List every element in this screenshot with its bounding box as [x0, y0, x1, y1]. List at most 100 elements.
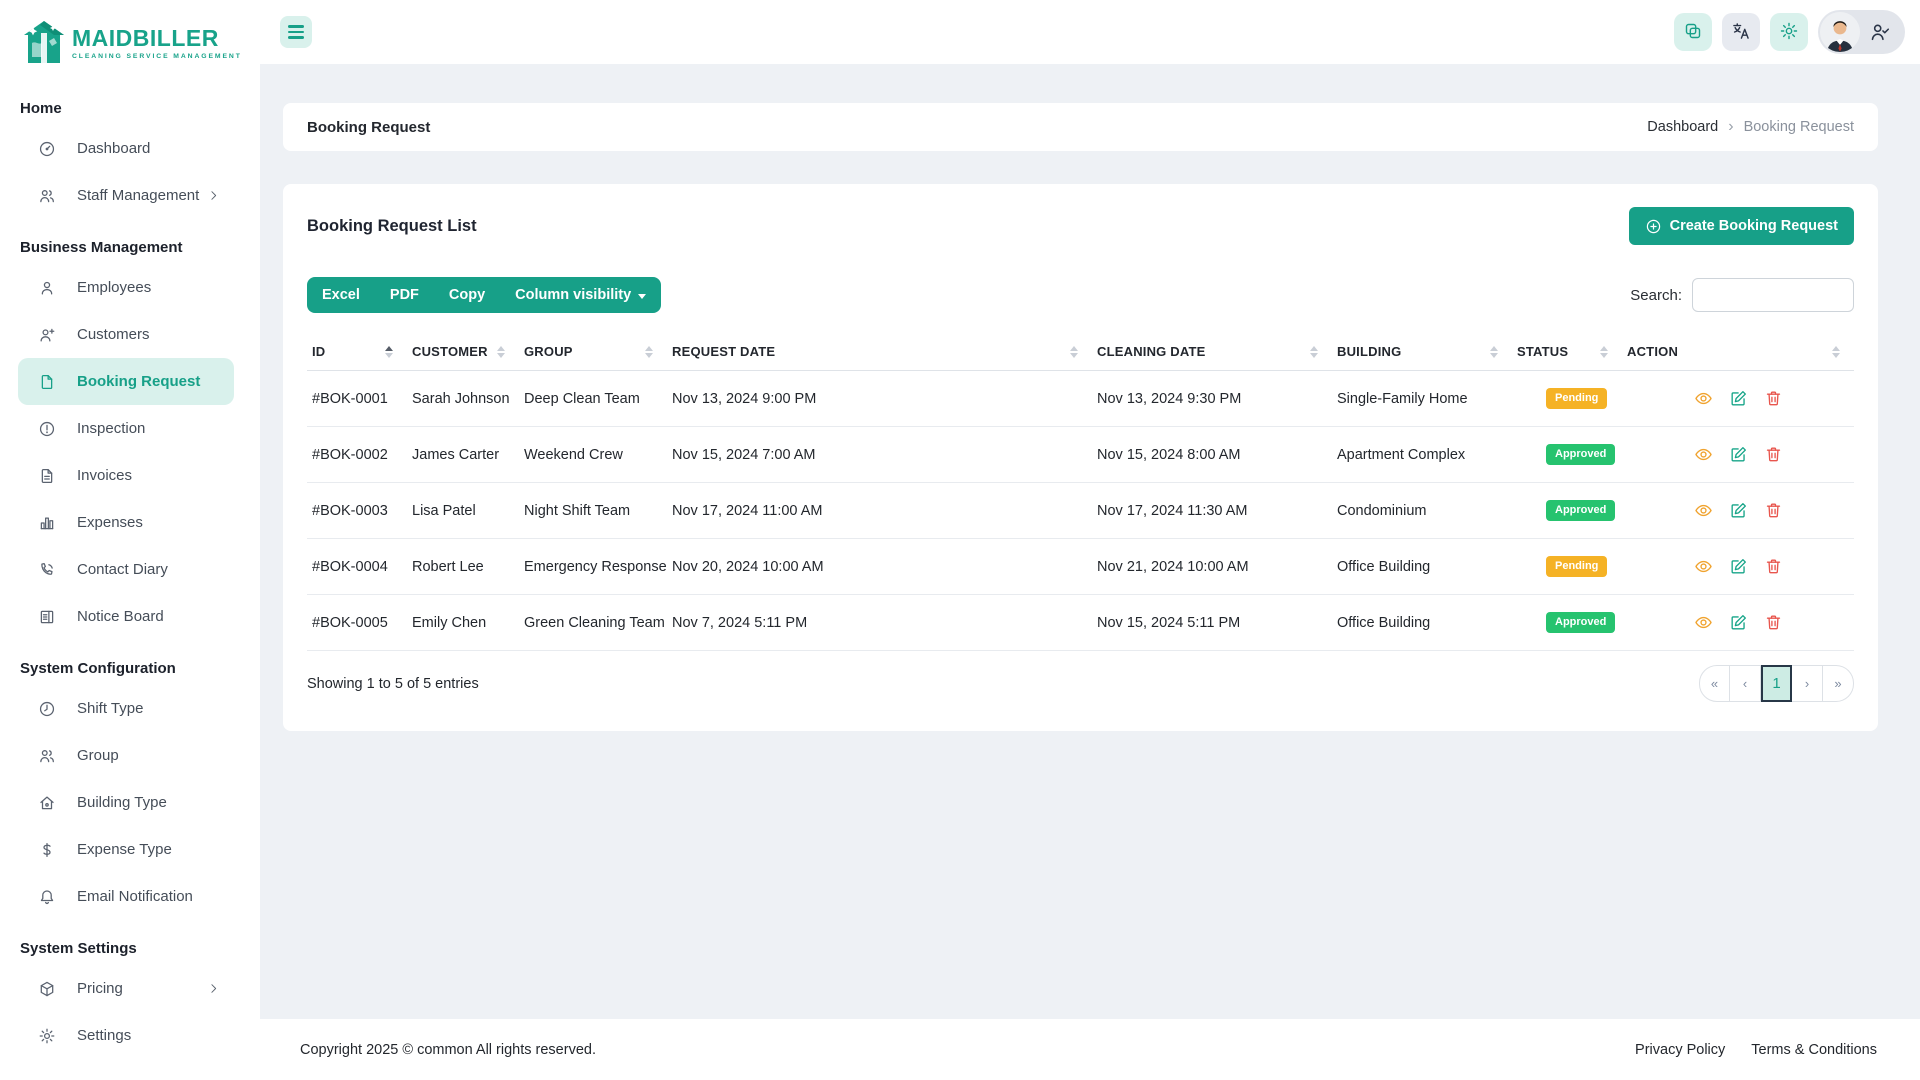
delete-button[interactable] — [1764, 389, 1783, 408]
cell-request-date: Nov 13, 2024 9:00 PM — [667, 391, 1092, 407]
sidebar-item-customers[interactable]: Customers — [0, 311, 260, 358]
sidebar-item-group[interactable]: Group — [0, 732, 260, 779]
booking-request-table: ID CUSTOMER GROUP REQUEST DATE — [307, 333, 1854, 702]
excel-button[interactable]: Excel — [307, 277, 375, 313]
breadcrumb-dashboard-link[interactable]: Dashboard — [1647, 119, 1718, 135]
pagination-page-1-button[interactable]: 1 — [1761, 665, 1792, 702]
copy-button[interactable]: Copy — [434, 277, 500, 313]
sidebar-toggle-button[interactable] — [280, 16, 312, 48]
cell-actions — [1622, 557, 1854, 576]
people-icon — [38, 187, 56, 205]
sidebar-item-label: Shift Type — [77, 700, 143, 717]
delete-button[interactable] — [1764, 445, 1783, 464]
column-header-customer[interactable]: CUSTOMER — [407, 344, 519, 359]
card-header: Booking Request List Create Booking Requ… — [307, 206, 1854, 246]
column-visibility-button[interactable]: Column visibility — [500, 277, 661, 313]
entries-summary: Showing 1 to 5 of 5 entries — [307, 676, 479, 692]
brand-logo: MAIDBILLER CLEANING SERVICE MANAGEMENT — [0, 0, 260, 80]
pagination-next-button[interactable]: › — [1792, 665, 1823, 702]
topbar-actions — [1674, 10, 1905, 54]
edit-button[interactable] — [1729, 501, 1748, 520]
sidebar-item-label: Invoices — [77, 467, 132, 484]
sort-icon — [1310, 346, 1318, 358]
search-label: Search: — [1630, 287, 1682, 304]
user-menu[interactable] — [1818, 10, 1905, 54]
sidebar-item-dashboard[interactable]: Dashboard — [0, 125, 260, 172]
maidbiller-logo-icon — [22, 19, 66, 67]
language-button[interactable] — [1722, 13, 1760, 51]
delete-button[interactable] — [1764, 501, 1783, 520]
brand-text: MAIDBILLER CLEANING SERVICE MANAGEMENT — [72, 27, 242, 60]
settings-button[interactable] — [1770, 13, 1808, 51]
column-header-cleaning-date[interactable]: CLEANING DATE — [1092, 344, 1332, 359]
view-button[interactable] — [1694, 557, 1713, 576]
sidebar-item-email-notification[interactable]: Email Notification — [0, 873, 260, 920]
sidebar-item-booking-request[interactable]: Booking Request — [18, 358, 234, 405]
cell-customer: Lisa Patel — [407, 503, 519, 519]
translate-icon — [1731, 21, 1751, 44]
cell-cleaning-date: Nov 21, 2024 10:00 AM — [1092, 559, 1332, 575]
edit-button[interactable] — [1729, 389, 1748, 408]
sidebar-item-staff-management[interactable]: Staff Management — [0, 172, 260, 219]
edit-button[interactable] — [1729, 613, 1748, 632]
copy-icon — [1683, 21, 1703, 44]
bell-icon — [38, 888, 56, 906]
sidebar-item-inspection[interactable]: Inspection — [0, 405, 260, 452]
column-header-status[interactable]: STATUS — [1512, 344, 1622, 359]
table-row: #BOK-0004 Robert Lee Emergency Response … — [307, 539, 1854, 595]
caret-down-icon — [638, 294, 646, 299]
sidebar-item-label: Staff Management — [77, 187, 199, 204]
house-icon — [38, 794, 56, 812]
terms-conditions-link[interactable]: Terms & Conditions — [1751, 1042, 1877, 1058]
sidebar-item-label: Pricing — [77, 980, 123, 997]
table-row: #BOK-0001 Sarah Johnson Deep Clean Team … — [307, 371, 1854, 427]
sidebar-item-pricing[interactable]: Pricing — [0, 965, 260, 1012]
column-header-building[interactable]: BUILDING — [1332, 344, 1512, 359]
column-header-action[interactable]: ACTION — [1622, 344, 1854, 359]
pagination-last-button[interactable]: » — [1823, 665, 1854, 702]
view-button[interactable] — [1694, 445, 1713, 464]
sidebar-item-notice-board[interactable]: Notice Board — [0, 593, 260, 640]
sidebar-item-shift-type[interactable]: Shift Type — [0, 685, 260, 732]
delete-button[interactable] — [1764, 557, 1783, 576]
column-header-group[interactable]: GROUP — [519, 344, 667, 359]
sidebar-item-label: Settings — [77, 1027, 131, 1044]
sidebar-item-expenses[interactable]: Expenses — [0, 499, 260, 546]
gear-icon — [38, 1027, 56, 1045]
file-text-icon — [38, 467, 56, 485]
sidebar-item-employees[interactable]: Employees — [0, 264, 260, 311]
column-header-request-date[interactable]: REQUEST DATE — [667, 344, 1092, 359]
main-column: Booking Request Dashboard › Booking Requ… — [260, 0, 1920, 1080]
search-input[interactable] — [1692, 278, 1854, 312]
list-title: Booking Request List — [307, 217, 477, 236]
privacy-policy-link[interactable]: Privacy Policy — [1635, 1042, 1725, 1058]
cell-id: #BOK-0003 — [307, 503, 407, 519]
sidebar-item-label: Dashboard — [77, 140, 150, 157]
create-booking-request-button[interactable]: Create Booking Request — [1629, 207, 1854, 245]
sort-icon — [1832, 346, 1840, 358]
cell-actions — [1622, 389, 1854, 408]
cell-id: #BOK-0005 — [307, 615, 407, 631]
delete-button[interactable] — [1764, 613, 1783, 632]
sidebar-section-home: Home — [0, 80, 260, 125]
people-icon — [38, 747, 56, 765]
cell-group: Night Shift Team — [519, 503, 667, 519]
sidebar-item-contact-diary[interactable]: Contact Diary — [0, 546, 260, 593]
column-header-id[interactable]: ID — [307, 344, 407, 359]
copy-widgets-button[interactable] — [1674, 13, 1712, 51]
sidebar-item-settings[interactable]: Settings — [0, 1012, 260, 1059]
sidebar-item-invoices[interactable]: Invoices — [0, 452, 260, 499]
pagination-first-button[interactable]: « — [1699, 665, 1730, 702]
cell-group: Weekend Crew — [519, 447, 667, 463]
view-button[interactable] — [1694, 501, 1713, 520]
table-header-row: ID CUSTOMER GROUP REQUEST DATE — [307, 333, 1854, 371]
pdf-button[interactable]: PDF — [375, 277, 434, 313]
pagination-prev-button[interactable]: ‹ — [1730, 665, 1761, 702]
phone-icon — [38, 561, 56, 579]
edit-button[interactable] — [1729, 445, 1748, 464]
edit-button[interactable] — [1729, 557, 1748, 576]
sidebar-item-expense-type[interactable]: Expense Type — [0, 826, 260, 873]
view-button[interactable] — [1694, 613, 1713, 632]
sidebar-item-building-type[interactable]: Building Type — [0, 779, 260, 826]
view-button[interactable] — [1694, 389, 1713, 408]
